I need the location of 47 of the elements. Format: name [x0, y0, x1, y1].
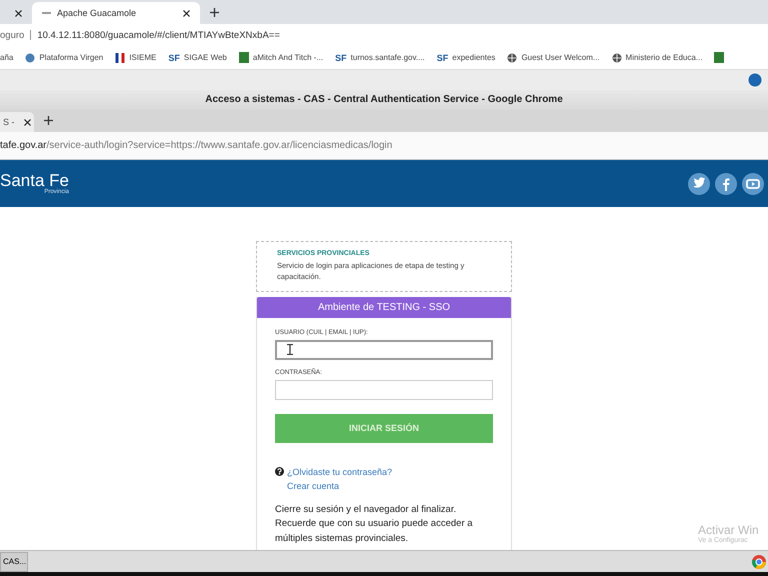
browser-tab[interactable]: S -: [0, 112, 34, 132]
input-field[interactable]: [275, 340, 493, 360]
text-cursor-icon: [287, 344, 293, 355]
close-icon[interactable]: [183, 10, 190, 16]
app-icon: [238, 52, 249, 63]
window-title: Acceso a sistemas - CAS - Central Authentication Service - Google Chrome: [0, 90, 768, 110]
create-account-link[interactable]: Crear cuenta: [287, 480, 493, 490]
card-header: Ambiente de TESTING - SSO: [257, 296, 511, 318]
bookmark[interactable]: SF turnos.santafe.gov....: [335, 52, 425, 62]
bookmark[interactable]: Ministerio de Educa...: [612, 52, 702, 62]
forgot-password-link[interactable]: ¿Olvidaste tu contraseña?: [287, 466, 392, 476]
input-field[interactable]: [275, 380, 493, 400]
close-icon[interactable]: [24, 118, 31, 126]
activation-title: Activar Win: [698, 523, 760, 537]
globe-icon: [25, 52, 36, 62]
globe-icon: [507, 52, 518, 62]
new-tab-icon[interactable]: [210, 8, 219, 17]
sf-logo: SF: [335, 52, 347, 62]
separator-icon: [30, 30, 32, 40]
security-label: oguro: [0, 30, 24, 40]
browser-tab[interactable]: Apache Guacamole: [32, 2, 200, 24]
app-icon: [714, 52, 724, 63]
bookmark[interactable]: Plataforma Virgen: [25, 52, 104, 62]
youtube-icon[interactable]: [742, 172, 764, 194]
site-logo: Santa Fe: [0, 172, 69, 189]
hp-logo: [748, 73, 762, 87]
flag-icon: [115, 52, 126, 62]
sf-logo: SF: [436, 52, 448, 62]
address-url[interactable]: tafe.gov.ar/service-auth/login?service=https://twww.santafe.gov.ar/licenciasmedicas/login: [0, 132, 768, 160]
bookmark[interactable]: [714, 52, 724, 63]
taskbar-item[interactable]: CAS...: [0, 552, 28, 572]
sf-logo: SF: [168, 52, 180, 62]
bookmark[interactable]: ISIEME: [115, 52, 156, 62]
twitter-icon[interactable]: [688, 172, 710, 194]
bookmark[interactable]: Guest User Welcom...: [507, 52, 600, 62]
bookmark[interactable]: SF SIGAE Web: [168, 52, 227, 62]
bookmark[interactable]: SF expedientes: [436, 52, 496, 62]
facebook-icon[interactable]: [715, 172, 737, 194]
help-icon: [275, 467, 284, 476]
bookmark[interactable]: aña: [0, 53, 14, 62]
new-tab-icon[interactable]: [44, 116, 53, 125]
bookmark[interactable]: aMitch And Titch -...: [238, 52, 324, 63]
chrome-icon[interactable]: [752, 554, 766, 568]
close-icon[interactable]: [15, 10, 22, 16]
globe-icon: [612, 52, 622, 62]
address-url[interactable]: 10.4.12.11:8080/guacamole/#/client/MTIAYwBteXNxbA==: [37, 30, 280, 40]
notice-text: Cierre su sesión y el navegador al finalizar. Recuerde que con su usuario puede acceder a múltiples sistemas provinciales.: [275, 502, 474, 546]
